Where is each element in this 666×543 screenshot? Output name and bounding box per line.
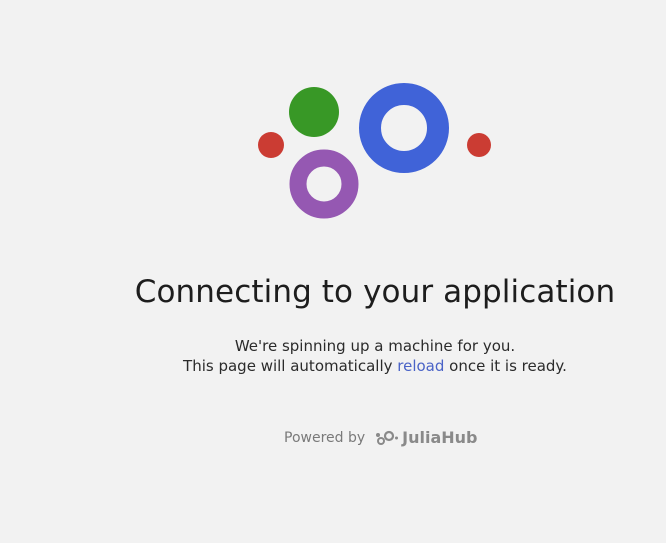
right-red-dot-icon — [467, 133, 491, 157]
purple-ring-icon — [289, 149, 359, 219]
powered-by-label: Powered by — [284, 429, 366, 446]
reload-message-prefix: This page will automatically — [183, 357, 398, 375]
loading-page: Connecting to your application We're spi… — [0, 0, 666, 543]
status-message: We're spinning up a machine for you. — [234, 337, 516, 355]
juliahub-logo-icon — [376, 430, 399, 445]
juliahub-brand[interactable]: JuliaHub — [375, 428, 478, 447]
powered-by-footer: Powered by JuliaHub — [284, 428, 478, 447]
page-title: Connecting to your application — [134, 274, 616, 310]
reload-link[interactable]: reload — [397, 357, 444, 375]
juliahub-brand-name: JuliaHub — [402, 428, 478, 447]
reload-message-suffix: once it is ready. — [444, 357, 567, 375]
julia-dots-logo — [258, 83, 491, 219]
blue-ring-icon — [359, 83, 449, 173]
green-dot-icon — [289, 87, 339, 137]
reload-message: This page will automatically reload once… — [0, 357, 666, 375]
left-red-dot-icon — [258, 132, 284, 158]
